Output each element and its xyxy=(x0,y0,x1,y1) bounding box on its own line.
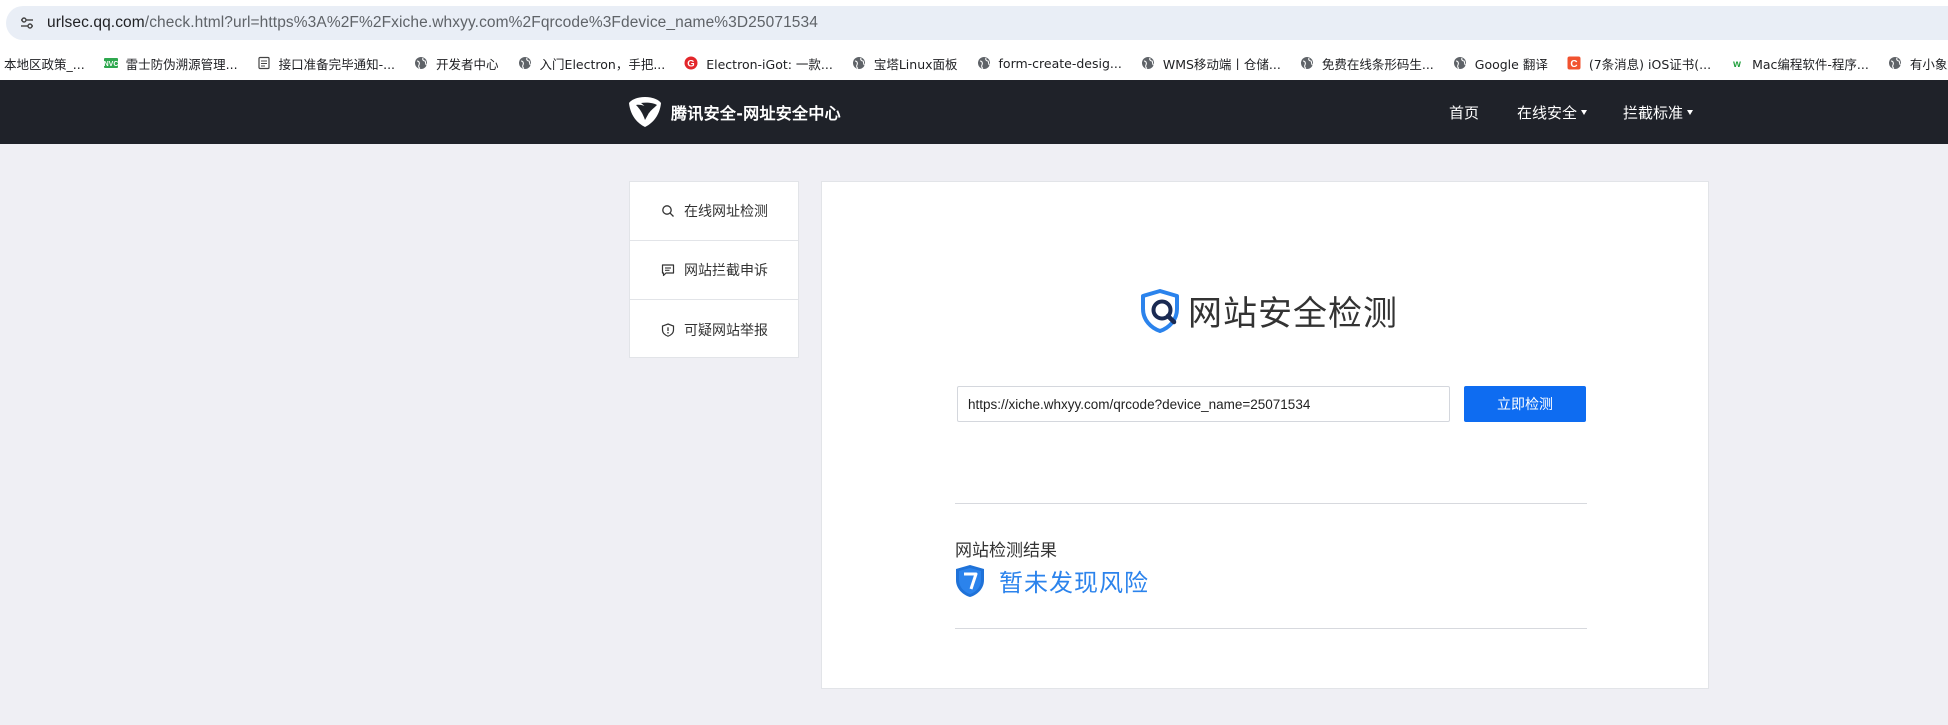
sidebar: 在线网址检测 网站拦截申诉 可疑网站举报 xyxy=(629,181,799,358)
globe-icon xyxy=(851,55,867,71)
bookmark-label: 开发者中心 xyxy=(436,56,499,72)
bookmark-item[interactable]: w Mac编程软件-程序... xyxy=(1729,54,1869,73)
tencent-security-logo-icon xyxy=(629,97,661,127)
sidebar-item-url-check[interactable]: 在线网址检测 xyxy=(630,182,798,241)
bookmark-item[interactable]: Google 翻译 xyxy=(1452,54,1548,73)
bookmark-label: Electron-iGot: 一款... xyxy=(706,56,833,72)
sidebar-item-label: 可疑网站举报 xyxy=(684,322,768,339)
svg-text:NVC: NVC xyxy=(103,61,118,68)
bookmark-item[interactable]: 宝塔Linux面板 xyxy=(851,54,958,73)
caret-down-icon xyxy=(1687,109,1694,115)
url-path: /check.html?url=https%3A%2F%2Fxiche.whxy… xyxy=(144,14,818,31)
bookmark-item[interactable]: 免费在线条形码生... xyxy=(1299,54,1434,73)
bookmark-item[interactable]: WMS移动端丨仓储... xyxy=(1140,54,1281,73)
nav-online-security-label: 在线安全 xyxy=(1517,103,1578,122)
brand-title: 腾讯安全-网址安全中心 xyxy=(671,104,841,123)
bookmark-item[interactable]: 接口准备完毕通知-... xyxy=(256,54,395,73)
url-check-input[interactable] xyxy=(957,386,1450,422)
bookmark-label: 入门Electron，手把... xyxy=(539,56,666,72)
site-info-icon[interactable] xyxy=(16,12,38,34)
result-row: 暂未发现风险 xyxy=(955,563,1149,598)
divider-top xyxy=(955,503,1587,504)
svg-text:C: C xyxy=(1570,59,1577,70)
nav-home[interactable]: 首页 xyxy=(1449,80,1479,144)
bookmark-label: 免费在线条形码生... xyxy=(1321,56,1434,72)
bookmark-label: 雷士防伪溯源管理... xyxy=(125,56,238,72)
globe-icon xyxy=(1140,55,1156,71)
bookmark-item[interactable]: 有小象集运V2 xyxy=(1887,54,1948,73)
bookmark-item[interactable]: G Electron-iGot: 一款... xyxy=(683,54,833,73)
svg-text:G: G xyxy=(688,59,695,70)
sidebar-item-block-appeal[interactable]: 网站拦截申诉 xyxy=(630,241,798,300)
sidebar-item-report-site[interactable]: 可疑网站举报 xyxy=(630,300,798,359)
globe-icon xyxy=(517,55,533,71)
caret-down-icon xyxy=(1581,109,1588,115)
brand[interactable]: 腾讯安全-网址安全中心 xyxy=(627,94,841,130)
top-nav: 腾讯安全-网址安全中心 首页 在线安全 拦截标准 xyxy=(0,80,1948,144)
document-icon xyxy=(256,55,272,71)
url-bar[interactable]: urlsec.qq.com/check.html?url=https%3A%2F… xyxy=(6,6,1948,40)
page-header: 网站安全检测 xyxy=(1138,286,1398,335)
divider-bottom xyxy=(955,628,1587,629)
bookmark-label: 本地区政策_... xyxy=(4,56,85,72)
c-red-icon: C xyxy=(1566,55,1582,71)
message-icon xyxy=(660,262,676,278)
url-host: urlsec.qq.com xyxy=(47,14,145,31)
bookmark-item[interactable]: 开发者中心 xyxy=(413,54,499,73)
g-red-icon: G xyxy=(683,55,699,71)
bookmark-item[interactable]: 入门Electron，手把... xyxy=(517,54,666,73)
svg-text:w: w xyxy=(1732,59,1741,70)
globe-icon xyxy=(1452,55,1468,71)
browser-address-bar: urlsec.qq.com/check.html?url=https%3A%2F… xyxy=(0,0,1948,46)
shield-alert-icon xyxy=(660,322,676,338)
sidebar-item-label: 在线网址检测 xyxy=(684,204,768,220)
main-card: 网站安全检测 立即检测 网站检测结果 暂未发现风险 xyxy=(821,181,1709,689)
globe-icon xyxy=(413,55,429,71)
sidebar-item-label: 网站拦截申诉 xyxy=(684,263,768,279)
shield-search-logo-icon xyxy=(1141,288,1179,333)
nav-block-standard[interactable]: 拦截标准 xyxy=(1623,80,1694,144)
bookmarks-bar: 本地区政策_... NVC 雷士防伪溯源管理... 接口准备完毕通知-... 开发者中心… xyxy=(0,46,1948,80)
bookmark-label: WMS移动端丨仓储... xyxy=(1162,56,1281,72)
globe-icon xyxy=(1887,55,1903,71)
nav-online-security[interactable]: 在线安全 xyxy=(1517,80,1588,144)
result-heading: 网站检测结果 xyxy=(955,541,1057,561)
url-text[interactable]: urlsec.qq.com/check.html?url=https%3A%2F… xyxy=(47,14,818,32)
globe-icon xyxy=(976,55,992,71)
w-green-icon: w xyxy=(1729,55,1745,71)
globe-icon xyxy=(1299,55,1315,71)
bookmark-label: 宝塔Linux面板 xyxy=(873,56,958,72)
bookmark-item[interactable]: C (7条消息) iOS证书(... xyxy=(1566,54,1711,73)
page-title: 网站安全检测 xyxy=(1188,294,1398,334)
nav-home-label: 首页 xyxy=(1449,103,1480,122)
bookmark-item[interactable]: NVC 雷士防伪溯源管理... xyxy=(103,54,238,73)
bookmark-label: (7条消息) iOS证书(... xyxy=(1588,56,1712,72)
bookmark-label: Google 翻译 xyxy=(1474,56,1548,72)
bookmark-label: 有小象集运V2 xyxy=(1909,56,1948,72)
safe-shield-icon xyxy=(956,564,984,597)
nvc-logo-icon: NVC xyxy=(103,55,119,71)
bookmark-item[interactable]: form-create-desig... xyxy=(976,55,1122,71)
bookmark-item[interactable]: 本地区政策_... xyxy=(4,54,85,73)
search-icon xyxy=(660,203,676,219)
bookmark-label: 接口准备完毕通知-... xyxy=(278,56,396,72)
bookmark-label: Mac编程软件-程序... xyxy=(1752,56,1869,72)
bookmark-label: form-create-desig... xyxy=(998,55,1122,71)
nav-block-standard-label: 拦截标准 xyxy=(1623,103,1684,122)
check-now-button[interactable]: 立即检测 xyxy=(1464,386,1586,422)
result-status: 暂未发现风险 xyxy=(999,569,1149,597)
